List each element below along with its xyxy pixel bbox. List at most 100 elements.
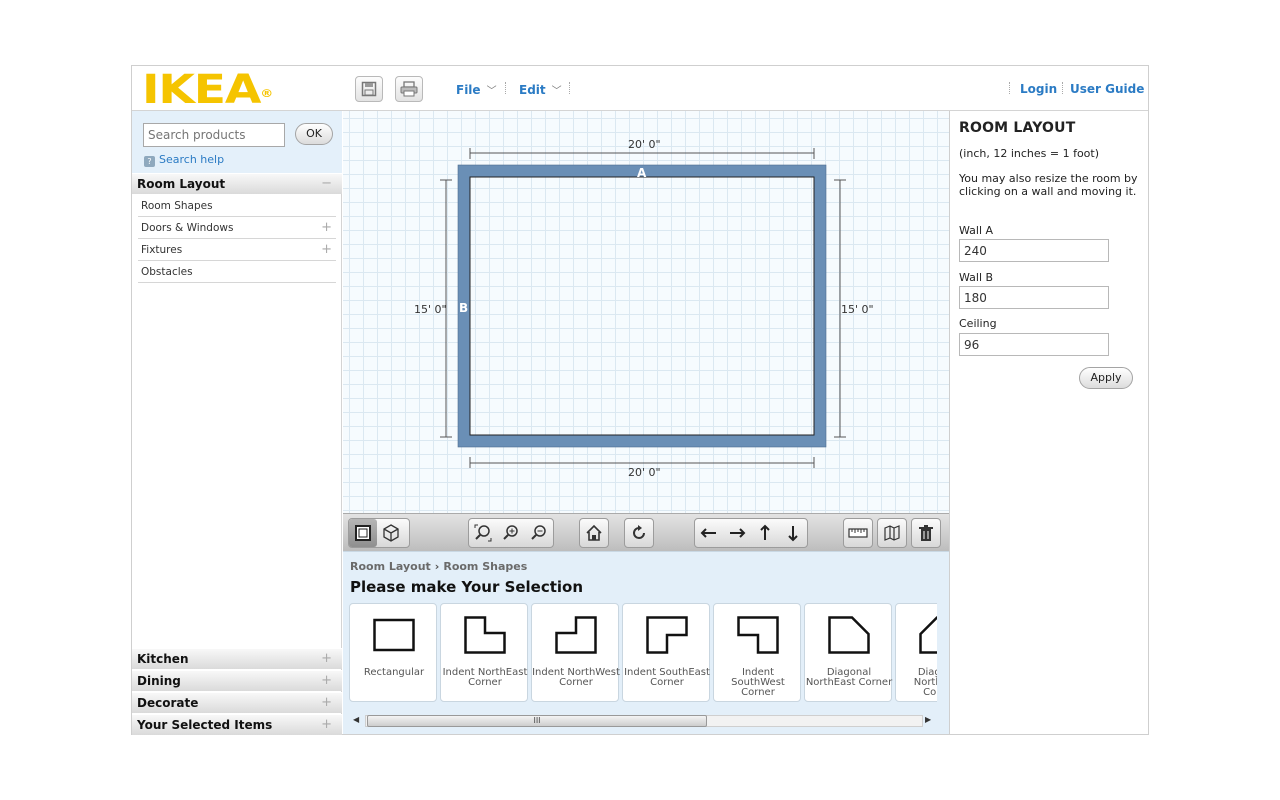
wall-b-label: Wall B	[959, 271, 994, 284]
menu-separator	[1009, 82, 1010, 94]
user-guide-link[interactable]: User Guide	[1070, 82, 1144, 96]
search-help-link[interactable]: ? Search help	[144, 153, 224, 167]
scrollbar-thumb[interactable]: III	[367, 715, 707, 727]
breadcrumb-current: Room Shapes	[443, 560, 528, 573]
rotate-button[interactable]	[625, 519, 653, 547]
move-left-button[interactable]	[695, 519, 723, 547]
expand-icon: +	[321, 717, 332, 732]
zoom-in-button[interactable]	[497, 519, 525, 547]
floppy-disk-icon	[361, 81, 377, 97]
move-group	[694, 518, 808, 548]
resize-description: You may also resize the room by clicking…	[959, 172, 1138, 198]
room-canvas[interactable]: 20' 0" 20' 0" 15' 0" 15' 0" A B	[343, 111, 949, 513]
zoom-in-icon	[503, 525, 518, 540]
top-dimension-label: 20' 0"	[628, 138, 661, 151]
ruler-icon	[848, 528, 868, 538]
edit-menu[interactable]: Edit ﹀	[519, 82, 562, 97]
breadcrumb-root[interactable]: Room Layout	[350, 560, 431, 573]
canvas-toolbar	[343, 513, 949, 551]
file-menu[interactable]: File ﹀	[456, 82, 497, 97]
diagonal-northeast-icon	[828, 616, 870, 654]
wall-b-input[interactable]	[959, 286, 1109, 309]
measure-group	[843, 518, 873, 548]
expand-icon: +	[321, 651, 332, 666]
shape-indent-southwest[interactable]: Indent SouthWest Corner	[713, 603, 801, 702]
scroll-right-icon[interactable]: ▶	[925, 715, 931, 724]
chevron-down-icon: ﹀	[551, 86, 562, 97]
shape-diagonal-northeast[interactable]: Diagonal NorthEast Corner	[804, 603, 892, 702]
ceiling-label: Ceiling	[959, 317, 997, 330]
home-group	[579, 518, 609, 548]
delete-button[interactable]	[912, 519, 940, 547]
shape-indent-southeast[interactable]: Indent SouthEast Corner	[622, 603, 710, 702]
walls-group	[877, 518, 907, 548]
2d-view-button[interactable]	[349, 519, 377, 547]
help-icon: ?	[144, 156, 155, 167]
shape-label: Indent SouthWest Corner	[731, 667, 785, 698]
wall-a-marker[interactable]: A	[637, 166, 646, 180]
category-kitchen[interactable]: Kitchen +	[132, 648, 342, 669]
apply-button[interactable]: Apply	[1079, 367, 1133, 389]
units-note: (inch, 12 inches = 1 foot)	[959, 147, 1100, 160]
search-input[interactable]	[143, 123, 285, 147]
room-walls[interactable]	[458, 165, 826, 447]
shape-rectangular[interactable]: Rectangular	[349, 603, 437, 702]
wall-b-marker[interactable]: B	[459, 301, 468, 315]
login-link[interactable]: Login	[1020, 82, 1057, 96]
arrow-left-icon	[700, 528, 716, 538]
shape-indent-northeast[interactable]: Indent NorthEast Corner	[440, 603, 528, 702]
left-dimension-label: 15' 0"	[414, 303, 447, 316]
sidebar-item-room-shapes[interactable]: Room Shapes	[138, 195, 336, 217]
indent-southeast-icon	[646, 616, 688, 654]
zoom-fit-button[interactable]	[469, 519, 497, 547]
move-up-button[interactable]	[751, 519, 779, 547]
indent-southwest-icon	[737, 616, 779, 654]
sidebar-item-obstacles[interactable]: Obstacles	[138, 261, 336, 283]
rotate-group	[624, 518, 654, 548]
collapse-icon: −	[321, 176, 332, 191]
sidebar-item-doors-windows[interactable]: Doors & Windows +	[138, 217, 336, 239]
search-ok-button[interactable]: OK	[295, 123, 333, 145]
shape-selection-panel: Room Layout › Room Shapes Please make Your…	[343, 551, 949, 734]
expand-icon: +	[321, 695, 332, 710]
home-view-button[interactable]	[580, 519, 608, 547]
shape-label: Diagonal NorthWest Corner	[913, 667, 937, 698]
wall-view-button[interactable]	[878, 519, 906, 547]
print-button[interactable]	[395, 76, 423, 102]
breadcrumb: Room Layout › Room Shapes	[350, 560, 527, 573]
horizontal-scrollbar[interactable]: ◀ III ▶	[351, 712, 937, 728]
search-area: OK ?Search help	[132, 111, 342, 173]
3d-view-button[interactable]	[377, 519, 405, 547]
menu-separator	[1062, 82, 1063, 94]
shape-list: Rectangular Indent NorthEast Corner Inde…	[349, 603, 937, 703]
zoom-out-button[interactable]	[525, 519, 553, 547]
save-button[interactable]	[355, 76, 383, 102]
category-selected-items[interactable]: Your Selected Items +	[132, 714, 342, 735]
expand-icon: +	[321, 220, 332, 235]
expand-icon: +	[321, 242, 332, 257]
rotate-icon	[633, 525, 645, 539]
ikea-logo: IKEA®	[142, 67, 273, 113]
delete-group	[911, 518, 941, 548]
3d-cube-icon	[383, 524, 399, 542]
shape-diagonal-northwest[interactable]: Diagonal NorthWest Corner	[895, 603, 937, 702]
measure-button[interactable]	[844, 519, 872, 547]
indent-northeast-icon	[464, 616, 506, 654]
move-right-button[interactable]	[723, 519, 751, 547]
category-room-layout[interactable]: Room Layout −	[132, 173, 342, 194]
wall-a-input[interactable]	[959, 239, 1109, 262]
ceiling-input[interactable]	[959, 333, 1109, 356]
category-dining[interactable]: Dining +	[132, 670, 342, 691]
home-icon	[586, 524, 602, 541]
move-down-button[interactable]	[779, 519, 807, 547]
left-sidebar: OK ?Search help Room Layout− Room Shapes…	[132, 111, 342, 735]
scroll-left-icon[interactable]: ◀	[353, 715, 359, 724]
rectangular-shape-icon	[373, 618, 415, 652]
category-decorate[interactable]: Decorate +	[132, 692, 342, 713]
selection-title: Please make Your Selection	[350, 578, 584, 596]
menu-separator	[505, 82, 506, 94]
sidebar-item-fixtures[interactable]: Fixtures +	[138, 239, 336, 261]
shape-label: Indent NorthWest Corner	[532, 667, 620, 688]
menu-separator	[569, 82, 570, 94]
shape-indent-northwest[interactable]: Indent NorthWest Corner	[531, 603, 620, 702]
